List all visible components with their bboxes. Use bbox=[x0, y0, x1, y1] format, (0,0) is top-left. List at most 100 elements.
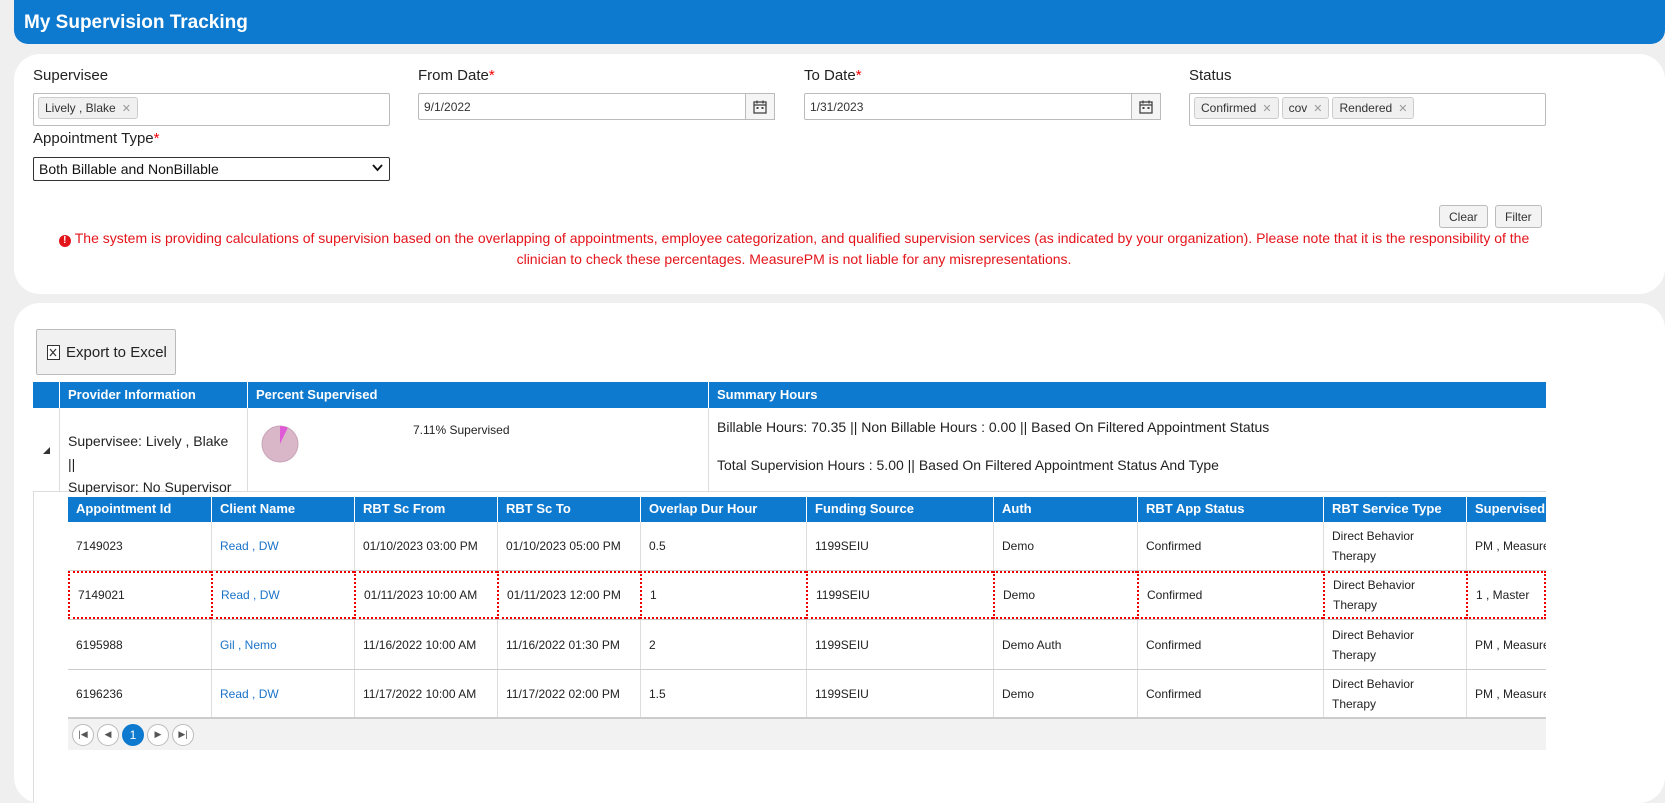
supervisee-line: Supervisee: Lively , Blake || bbox=[68, 433, 229, 472]
from-date-value: 9/1/2022 bbox=[424, 100, 471, 114]
table-row[interactable]: 6196236 Read , DW 11/17/2022 10:00 AM 11… bbox=[68, 670, 1546, 718]
header-funding-source[interactable]: Funding Source bbox=[806, 497, 993, 522]
results-panel: Export to Excel Provider Information Per… bbox=[14, 303, 1665, 803]
cell-funding: 1199SEIU bbox=[806, 620, 993, 669]
supervision-grid: Provider Information Percent Supervised … bbox=[33, 382, 1546, 802]
header-provider[interactable]: Provider Information bbox=[59, 382, 247, 408]
header-rbt-sc-to[interactable]: RBT Sc To bbox=[497, 497, 640, 522]
filter-button[interactable]: Filter bbox=[1495, 205, 1542, 228]
appointment-type-label: Appointment Type* bbox=[33, 130, 160, 147]
detail-header: Appointment Id Client Name RBT Sc From R… bbox=[68, 497, 1546, 522]
table-row[interactable]: 6195988 Gil , Nemo 11/16/2022 10:00 AM 1… bbox=[68, 620, 1546, 670]
cell-appointment-id: 6196236 bbox=[76, 686, 123, 701]
grid-header: Provider Information Percent Supervised … bbox=[33, 382, 1546, 408]
filter-panel: Supervisee Lively , Blake ✕ From Date* 9/… bbox=[14, 54, 1665, 294]
cell-sc-from: 01/11/2023 10:00 AM bbox=[354, 571, 497, 619]
page-number-button[interactable]: 1 bbox=[122, 723, 144, 746]
supervisee-tag[interactable]: Lively , Blake ✕ bbox=[38, 97, 138, 119]
from-date-field[interactable]: 9/1/2022 bbox=[418, 93, 775, 120]
cell-appointment-id: 7149021 bbox=[68, 571, 211, 619]
cell-overlap: 1.5 bbox=[640, 670, 806, 717]
status-label: Status bbox=[1189, 67, 1232, 84]
header-appointment-id[interactable]: Appointment Id bbox=[68, 497, 211, 522]
calendar-icon[interactable] bbox=[1131, 93, 1161, 120]
billable-hours-line: Billable Hours: 70.35 || Non Billable Ho… bbox=[717, 419, 1270, 435]
client-name-link[interactable]: Read , DW bbox=[211, 522, 354, 570]
cell-sc-to: 11/16/2022 01:30 PM bbox=[497, 620, 640, 669]
status-tag[interactable]: cov ✕ bbox=[1281, 97, 1330, 119]
disclaimer-notice: ! The system is providing calculations of… bbox=[44, 228, 1544, 270]
header-summary[interactable]: Summary Hours bbox=[708, 382, 1546, 408]
cell-supervised: 1 , Master bbox=[1466, 571, 1546, 619]
cell-service-type: Direct Behavior Therapy bbox=[1323, 670, 1466, 717]
client-name-link[interactable]: Read , DW bbox=[211, 571, 354, 619]
to-date-field[interactable]: 1/31/2023 bbox=[804, 93, 1161, 120]
page-title: My Supervision Tracking bbox=[14, 0, 1665, 44]
percent-pie-chart bbox=[261, 425, 299, 463]
cell-funding: 1199SEIU bbox=[806, 670, 993, 717]
table-row-highlighted[interactable]: 7149021 Read , DW 01/11/2023 10:00 AM 01… bbox=[68, 571, 1546, 620]
cell-auth: Demo bbox=[993, 571, 1137, 619]
info-icon: ! bbox=[58, 235, 71, 247]
cell-auth: Demo Auth bbox=[993, 620, 1137, 669]
header-overlap[interactable]: Overlap Dur Hour bbox=[640, 497, 806, 522]
client-name-link[interactable]: Read , DW bbox=[211, 670, 354, 717]
cell-appointment-id: 6195988 bbox=[76, 637, 123, 652]
header-rbt-service-type[interactable]: RBT Service Type bbox=[1323, 497, 1466, 522]
cell-overlap: 2 bbox=[640, 620, 806, 669]
cell-status: Confirmed bbox=[1137, 571, 1323, 619]
cell-sc-from: 11/17/2022 10:00 AM bbox=[354, 670, 497, 717]
cell-supervised: PM , Measure bbox=[1466, 670, 1546, 717]
cell-service-type: Direct Behavior Therapy bbox=[1323, 571, 1466, 619]
header-auth[interactable]: Auth bbox=[993, 497, 1137, 522]
header-rbt-app-status[interactable]: RBT App Status bbox=[1137, 497, 1323, 522]
to-date-value: 1/31/2023 bbox=[810, 100, 864, 114]
to-date-label: To Date* bbox=[804, 67, 862, 84]
table-row[interactable]: 7149023 Read , DW 01/10/2023 03:00 PM 01… bbox=[68, 522, 1546, 571]
first-page-icon[interactable]: |◀ bbox=[72, 723, 94, 746]
client-name-link[interactable]: Gil , Nemo bbox=[211, 620, 354, 669]
provider-info: Supervisee: Lively , Blake || Supervisor… bbox=[59, 408, 247, 495]
cell-sc-from: 01/10/2023 03:00 PM bbox=[354, 522, 497, 570]
cell-overlap: 0.5 bbox=[640, 522, 806, 570]
percent-text: 7.11% Supervised bbox=[413, 423, 510, 437]
from-date-label: From Date* bbox=[418, 67, 495, 84]
cell-auth: Demo bbox=[993, 670, 1137, 717]
remove-tag-icon[interactable]: ✕ bbox=[122, 102, 131, 115]
remove-tag-icon[interactable]: ✕ bbox=[1313, 102, 1322, 115]
remove-tag-icon[interactable]: ✕ bbox=[1262, 102, 1271, 115]
header-percent[interactable]: Percent Supervised bbox=[247, 382, 708, 408]
prev-page-icon[interactable]: ◀ bbox=[97, 723, 119, 746]
cell-status: Confirmed bbox=[1137, 670, 1323, 717]
clear-button[interactable]: Clear bbox=[1439, 205, 1488, 228]
cell-sc-from: 11/16/2022 10:00 AM bbox=[354, 620, 497, 669]
cell-status: Confirmed bbox=[1137, 522, 1323, 570]
status-tag[interactable]: Rendered ✕ bbox=[1332, 97, 1415, 119]
supervisee-multiselect[interactable]: Lively , Blake ✕ bbox=[33, 93, 390, 126]
pagination: |◀ ◀ 1 ▶ ▶| bbox=[68, 718, 1546, 750]
export-excel-button[interactable]: Export to Excel bbox=[36, 329, 176, 375]
cell-supervised: PM , Measure bbox=[1466, 620, 1546, 669]
cell-sc-to: 01/11/2023 12:00 PM bbox=[497, 571, 640, 619]
cell-status: Confirmed bbox=[1137, 620, 1323, 669]
remove-tag-icon[interactable]: ✕ bbox=[1398, 102, 1407, 115]
detail-grid: Appointment Id Client Name RBT Sc From R… bbox=[33, 492, 1546, 802]
status-tag[interactable]: Confirmed ✕ bbox=[1194, 97, 1279, 119]
caret-icon[interactable] bbox=[42, 446, 50, 454]
cell-sc-to: 11/17/2022 02:00 PM bbox=[497, 670, 640, 717]
cell-service-type: Direct Behavior Therapy bbox=[1323, 620, 1466, 669]
cell-supervised: PM , Measure bbox=[1466, 522, 1546, 570]
calendar-icon[interactable] bbox=[745, 93, 775, 120]
collapse-toggle[interactable] bbox=[33, 408, 59, 492]
cell-appointment-id: 7149023 bbox=[76, 539, 123, 553]
header-rbt-sc-from[interactable]: RBT Sc From bbox=[354, 497, 497, 522]
last-page-icon[interactable]: ▶| bbox=[172, 723, 194, 746]
appointment-type-select[interactable]: Both Billable and NonBillable bbox=[33, 157, 390, 181]
cell-funding: 1199SEIU bbox=[806, 522, 993, 570]
next-page-icon[interactable]: ▶ bbox=[147, 723, 169, 746]
header-client-name[interactable]: Client Name bbox=[211, 497, 354, 522]
total-supervision-line: Total Supervision Hours : 5.00 || Based … bbox=[717, 457, 1219, 473]
status-multiselect[interactable]: Confirmed ✕ cov ✕ Rendered ✕ bbox=[1189, 93, 1546, 126]
cell-service-type: Direct Behavior Therapy bbox=[1323, 522, 1466, 570]
header-supervised[interactable]: Supervised bbox=[1466, 497, 1546, 522]
